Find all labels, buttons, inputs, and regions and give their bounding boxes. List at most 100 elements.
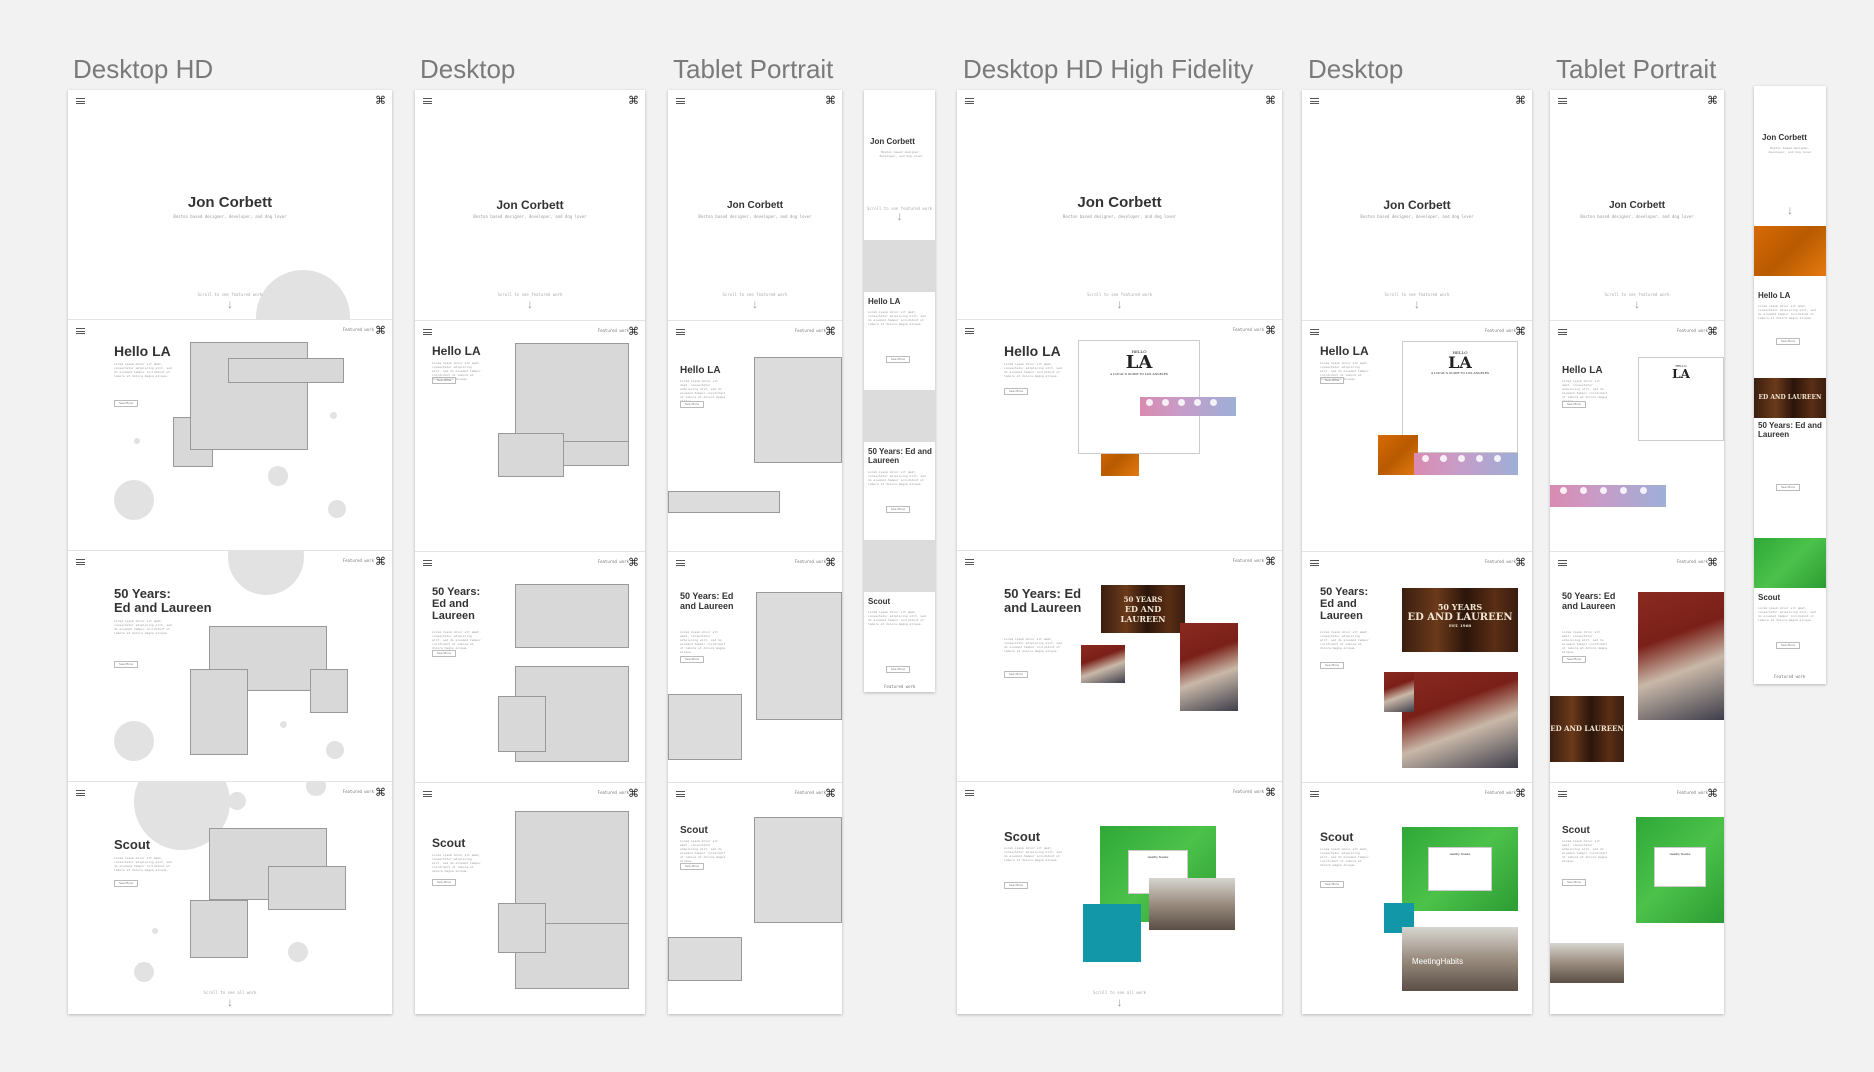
featured-work-link[interactable]: Featured work xyxy=(1233,558,1264,563)
featured-work-link[interactable]: Featured work xyxy=(1485,328,1516,333)
menu-icon[interactable] xyxy=(423,329,432,335)
featured-work-link[interactable]: Featured work xyxy=(884,684,915,689)
menu-icon[interactable] xyxy=(1310,98,1319,104)
menu-icon[interactable] xyxy=(423,98,432,104)
logo-icon[interactable]: ⌘ xyxy=(1265,325,1276,336)
scroll-arrow-icon[interactable]: ↓ xyxy=(957,298,1282,310)
menu-icon[interactable] xyxy=(676,329,685,335)
logo-icon[interactable]: ⌘ xyxy=(375,95,386,106)
see-more-button[interactable]: See More xyxy=(432,879,456,886)
see-more-button[interactable]: See More xyxy=(1320,377,1344,384)
logo-icon[interactable]: ⌘ xyxy=(825,788,836,799)
menu-icon[interactable] xyxy=(76,790,85,796)
menu-icon[interactable] xyxy=(76,98,85,104)
menu-icon[interactable] xyxy=(965,98,974,104)
menu-icon[interactable] xyxy=(676,98,685,104)
logo-icon[interactable]: ⌘ xyxy=(1515,95,1526,106)
featured-work-link[interactable]: Featured work xyxy=(343,789,374,794)
logo-icon[interactable]: ⌘ xyxy=(1707,788,1718,799)
featured-work-link[interactable]: Featured work xyxy=(1774,674,1805,679)
logo-icon[interactable]: ⌘ xyxy=(628,95,639,106)
logo-icon[interactable]: ⌘ xyxy=(628,788,639,799)
see-more-button[interactable]: See More xyxy=(1562,401,1586,408)
see-more-button[interactable]: See More xyxy=(432,650,456,657)
logo-icon[interactable]: ⌘ xyxy=(825,95,836,106)
scroll-arrow-icon[interactable]: ↓ xyxy=(957,996,1282,1008)
logo-icon[interactable]: ⌘ xyxy=(1515,557,1526,568)
featured-work-link[interactable]: Featured work xyxy=(598,328,629,333)
see-more-button[interactable]: See More xyxy=(680,656,704,663)
scroll-arrow-icon[interactable]: ↓ xyxy=(1302,298,1532,310)
artboard-desktop[interactable]: ⌘ Jon Corbett Boston based designer, dev… xyxy=(415,90,645,1014)
menu-icon[interactable] xyxy=(76,559,85,565)
menu-icon[interactable] xyxy=(76,328,85,334)
featured-work-link[interactable]: Featured work xyxy=(795,790,826,795)
see-more-button[interactable]: See More xyxy=(1004,671,1028,678)
artboard-desktop-hf[interactable]: ⌘ Jon Corbett Boston based designer, dev… xyxy=(1302,90,1532,1014)
featured-work-link[interactable]: Featured work xyxy=(343,558,374,563)
menu-icon[interactable] xyxy=(1310,560,1319,566)
see-more-button[interactable]: See More xyxy=(432,377,456,384)
featured-work-link[interactable]: Featured work xyxy=(598,790,629,795)
see-more-button[interactable]: See More xyxy=(680,401,704,408)
menu-icon[interactable] xyxy=(423,560,432,566)
featured-work-link[interactable]: Featured work xyxy=(1233,327,1264,332)
see-more-button[interactable]: See More xyxy=(1004,388,1028,395)
see-more-button[interactable]: See More xyxy=(680,863,704,870)
see-more-button[interactable]: See More xyxy=(114,880,138,887)
featured-work-link[interactable]: Featured work xyxy=(795,559,826,564)
featured-work-link[interactable]: Featured work xyxy=(1677,790,1708,795)
see-more-button[interactable]: See More xyxy=(1776,642,1800,649)
scroll-arrow-icon[interactable]: ↓ xyxy=(1550,298,1724,310)
see-more-button[interactable]: See More xyxy=(886,356,910,363)
logo-icon[interactable]: ⌘ xyxy=(628,557,639,568)
scroll-arrow-icon[interactable]: ↓ xyxy=(864,210,935,222)
artboard-mobile[interactable]: Jon Corbett Boston based designer, devel… xyxy=(864,90,935,692)
logo-icon[interactable]: ⌘ xyxy=(1265,95,1276,106)
scroll-arrow-icon[interactable]: ↓ xyxy=(1754,204,1826,216)
scroll-arrow-icon[interactable]: ↓ xyxy=(68,298,392,310)
see-more-button[interactable]: See More xyxy=(1776,484,1800,491)
logo-icon[interactable]: ⌘ xyxy=(1707,557,1718,568)
featured-work-link[interactable]: Featured work xyxy=(1485,790,1516,795)
menu-icon[interactable] xyxy=(1310,329,1319,335)
artboard-tablet-portrait[interactable]: ⌘ Jon Corbett Boston based designer, dev… xyxy=(668,90,842,1014)
featured-work-link[interactable]: Featured work xyxy=(1233,789,1264,794)
logo-icon[interactable]: ⌘ xyxy=(375,787,386,798)
logo-icon[interactable]: ⌘ xyxy=(375,556,386,567)
artboard-desktop-hd[interactable]: ⌘ Jon Corbett Boston based designer, dev… xyxy=(68,90,392,1014)
featured-work-link[interactable]: Featured work xyxy=(1677,559,1708,564)
logo-icon[interactable]: ⌘ xyxy=(628,326,639,337)
see-more-button[interactable]: See More xyxy=(1776,338,1800,345)
see-more-button[interactable]: See More xyxy=(1562,879,1586,886)
menu-icon[interactable] xyxy=(1310,791,1319,797)
see-more-button[interactable]: See More xyxy=(1004,882,1028,889)
logo-icon[interactable]: ⌘ xyxy=(1515,326,1526,337)
menu-icon[interactable] xyxy=(676,791,685,797)
scroll-arrow-icon[interactable]: ↓ xyxy=(415,298,645,310)
see-more-button[interactable]: See More xyxy=(114,400,138,407)
scroll-arrow-icon[interactable]: ↓ xyxy=(668,298,842,310)
menu-icon[interactable] xyxy=(1558,98,1567,104)
see-more-button[interactable]: See More xyxy=(886,506,910,513)
menu-icon[interactable] xyxy=(965,559,974,565)
menu-icon[interactable] xyxy=(965,328,974,334)
artboard-mobile-hf[interactable]: Jon Corbett Boston based designer, devel… xyxy=(1754,86,1826,684)
featured-work-link[interactable]: Featured work xyxy=(795,328,826,333)
see-more-button[interactable]: See More xyxy=(1320,662,1344,669)
menu-icon[interactable] xyxy=(1558,329,1567,335)
menu-icon[interactable] xyxy=(1558,560,1567,566)
logo-icon[interactable]: ⌘ xyxy=(825,557,836,568)
menu-icon[interactable] xyxy=(423,791,432,797)
scroll-arrow-icon[interactable]: ↓ xyxy=(68,996,392,1008)
logo-icon[interactable]: ⌘ xyxy=(1707,95,1718,106)
logo-icon[interactable]: ⌘ xyxy=(1515,788,1526,799)
featured-work-link[interactable]: Featured work xyxy=(598,559,629,564)
menu-icon[interactable] xyxy=(965,790,974,796)
menu-icon[interactable] xyxy=(1558,791,1567,797)
menu-icon[interactable] xyxy=(676,560,685,566)
artboard-tablet-portrait-hf[interactable]: ⌘ Jon Corbett Boston based designer, dev… xyxy=(1550,90,1724,1014)
logo-icon[interactable]: ⌘ xyxy=(1707,326,1718,337)
see-more-button[interactable]: See More xyxy=(1562,656,1586,663)
see-more-button[interactable]: See More xyxy=(886,666,910,673)
